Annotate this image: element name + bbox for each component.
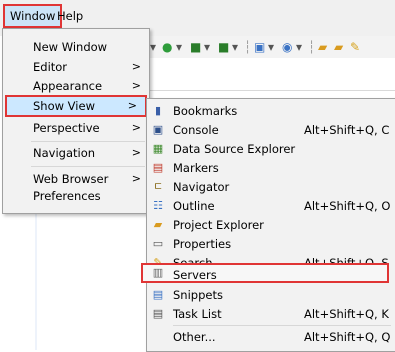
menu-separator — [31, 166, 145, 167]
dropdown-arrow-icon[interactable]: ▾ — [296, 38, 302, 56]
menu-item-label: Markers — [173, 161, 219, 175]
menu-item-label: Navigator — [173, 180, 230, 194]
markers-icon: ▤ — [152, 161, 164, 174]
menu-item-snippets[interactable]: ▤ Snippets — [147, 285, 395, 305]
menu-item-bookmarks[interactable]: ▮ Bookmarks — [147, 101, 395, 121]
menu-item-label: Servers — [173, 268, 217, 282]
separator-icon: ┆ — [308, 40, 316, 54]
menu-item-label: Properties — [173, 237, 232, 251]
menu-item-servers[interactable]: ▥ Servers — [141, 263, 389, 283]
menu-item-label: Show View — [33, 99, 95, 113]
chevron-right-icon: > — [131, 146, 141, 159]
console-icon: ▣ — [152, 123, 164, 136]
servers-icon: ▥ — [152, 266, 164, 279]
menu-item-label: New Window — [33, 40, 108, 54]
menu-item-show-view[interactable]: Show View > — [5, 95, 147, 117]
navigator-icon: ㄷ — [152, 180, 164, 193]
snippets-icon: ▤ — [152, 288, 164, 301]
menu-item-label: Snippets — [173, 288, 223, 302]
dropdown-arrow-icon[interactable]: ▾ — [232, 38, 238, 56]
menu-item-label: Preferences — [33, 189, 101, 203]
dropdown-arrow-icon[interactable]: ▾ — [268, 38, 274, 56]
outline-icon: ☷ — [153, 199, 163, 212]
menu-item-navigator[interactable]: ㄷ Navigator — [147, 177, 395, 197]
menu-item-label: Outline — [173, 199, 215, 213]
menu-item-markers[interactable]: ▤ Markers — [147, 158, 395, 178]
shortcut-text: Alt+Shift+Q, C — [304, 123, 390, 137]
chevron-right-icon: > — [127, 99, 137, 112]
shortcut-text: Alt+Shift+Q, K — [304, 307, 389, 321]
menu-help[interactable]: Help — [52, 6, 88, 26]
menu-item-label: Bookmarks — [173, 104, 238, 118]
shortcut-text: Alt+Shift+Q, O — [304, 199, 391, 213]
project-explorer-icon: ▰ — [153, 218, 163, 231]
show-view-submenu: ▮ Bookmarks ▣ Console Alt+Shift+Q, C ▦ D… — [141, 98, 395, 352]
menu-item-outline[interactable]: ☷ Outline Alt+Shift+Q, O — [147, 196, 395, 216]
web-icon[interactable]: ◉ — [282, 38, 292, 56]
open-type-icon[interactable]: ▣ — [254, 38, 265, 56]
menu-item-preferences[interactable]: Preferences — [3, 186, 149, 206]
chevron-right-icon: > — [131, 79, 141, 92]
chevron-right-icon: > — [131, 121, 141, 134]
window-menu: New Window Editor > Appearance > Show Vi… — [2, 28, 150, 214]
editor-divider — [148, 90, 395, 91]
pencil-icon[interactable]: ✎ — [350, 38, 360, 56]
menu-item-properties[interactable]: ▭ Properties — [147, 234, 395, 254]
chevron-right-icon: > — [131, 60, 141, 73]
menu-item-new-window[interactable]: New Window — [3, 37, 149, 57]
menu-item-perspective[interactable]: Perspective > — [3, 118, 149, 138]
menu-item-label: Data Source Explorer — [173, 142, 296, 156]
menu-separator — [173, 325, 391, 326]
menu-item-editor[interactable]: Editor > — [3, 57, 149, 77]
menu-item-project-explorer[interactable]: ▰ Project Explorer — [147, 215, 395, 235]
dropdown-arrow-icon[interactable]: ▾ — [204, 38, 210, 56]
menu-item-label: Appearance — [33, 79, 103, 93]
menu-item-label: Console — [173, 123, 219, 137]
folder-icon[interactable]: ▰ — [334, 38, 343, 56]
run-icon[interactable]: ● — [162, 38, 172, 56]
menu-item-label: Project Explorer — [173, 218, 264, 232]
menu-item-navigation[interactable]: Navigation > — [3, 143, 149, 163]
menu-separator — [31, 141, 145, 142]
data-source-icon: ▦ — [152, 142, 164, 155]
menu-item-appearance[interactable]: Appearance > — [3, 76, 149, 96]
menu-item-other[interactable]: Other... Alt+Shift+Q, Q — [147, 327, 395, 347]
menu-item-label: Navigation — [33, 146, 96, 160]
dropdown-arrow-icon[interactable]: ▾ — [176, 38, 182, 56]
menu-item-data-source-explorer[interactable]: ▦ Data Source Explorer — [147, 139, 395, 159]
properties-icon: ▭ — [152, 237, 164, 250]
debug-icon[interactable]: ■ — [190, 38, 201, 56]
bookmarks-icon: ▮ — [154, 104, 162, 117]
dropdown-arrow-icon[interactable]: ▾ — [150, 38, 156, 56]
menu-item-label: Other... — [173, 330, 216, 344]
menu-item-label: Perspective — [33, 121, 100, 135]
open-folder-icon[interactable]: ▰ — [318, 38, 327, 56]
menu-item-label: Task List — [173, 307, 222, 321]
shortcut-text: Alt+Shift+Q, Q — [304, 330, 391, 344]
menu-item-console[interactable]: ▣ Console Alt+Shift+Q, C — [147, 120, 395, 140]
task-list-icon: ▤ — [152, 307, 164, 320]
separator-icon: ┆ — [244, 40, 252, 54]
menu-item-label: Editor — [33, 60, 68, 74]
editor-ruler — [35, 200, 37, 350]
menu-item-task-list[interactable]: ▤ Task List Alt+Shift+Q, K — [147, 304, 395, 324]
new-class-icon[interactable]: ■ — [218, 38, 229, 56]
